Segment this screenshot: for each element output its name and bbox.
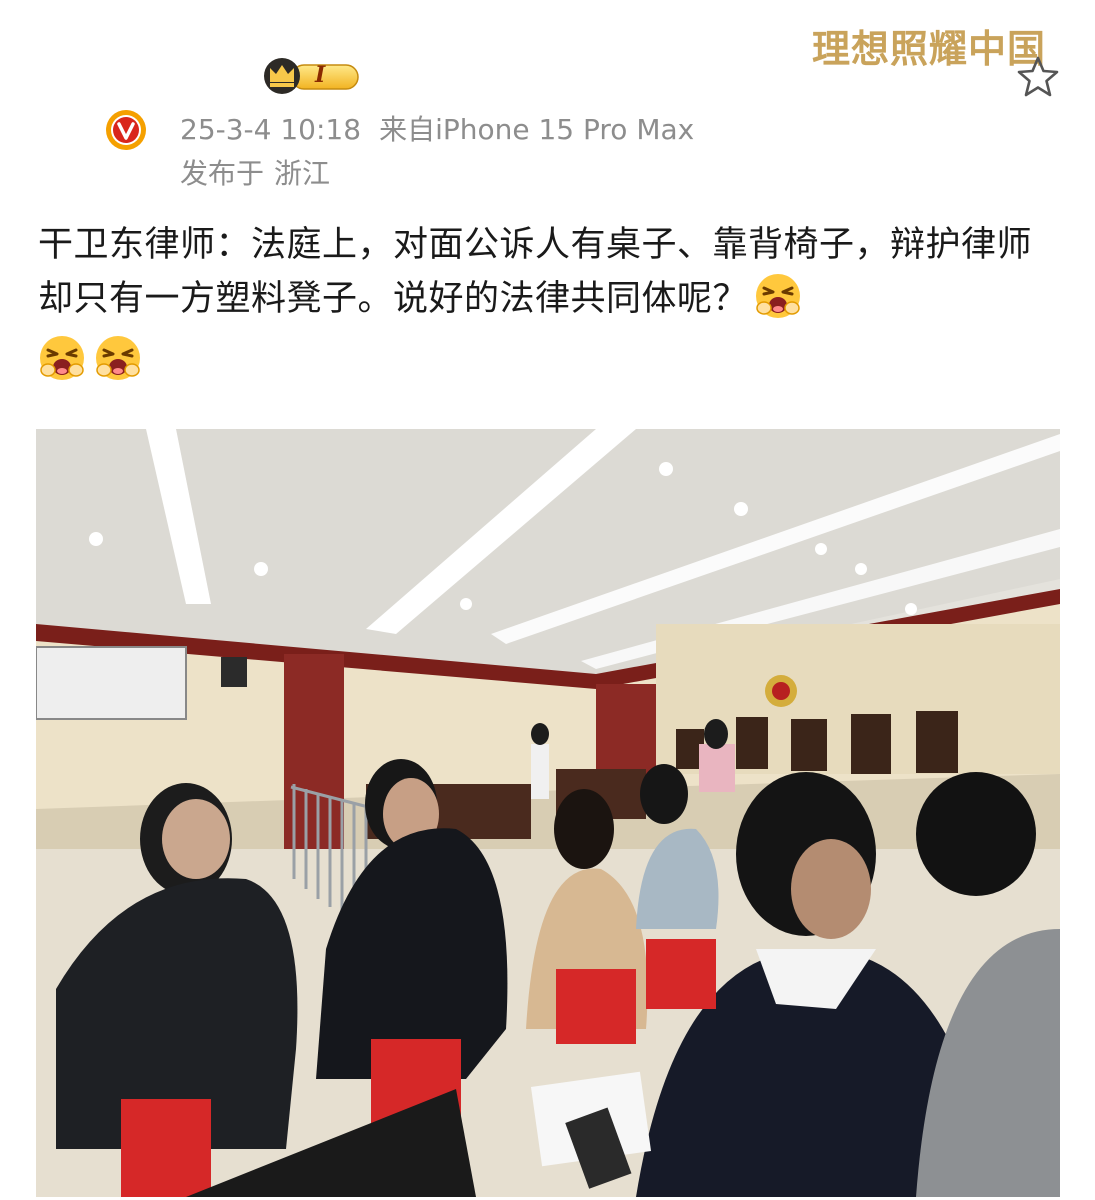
star-icon[interactable] (1016, 55, 1060, 99)
post-location: 发布于 浙江 (180, 152, 330, 192)
post-timestamp: 25-3-4 10:18 (180, 113, 362, 146)
slogan-title: 理想照耀中国 (812, 26, 1047, 71)
verified-v-icon (106, 110, 146, 150)
location-prefix: 发布于 (180, 157, 265, 190)
post-body: 干卫东律师：法庭上，对面公诉人有桌子、靠背椅子，辩护律师却只有一方塑料凳子。说好… (38, 218, 1058, 326)
location-value: 浙江 (274, 157, 331, 190)
crying-face-emoji (96, 336, 140, 380)
crown-badge-icon[interactable] (262, 56, 362, 96)
post-text: 干卫东律师：法庭上，对面公诉人有桌子、靠背椅子，辩护律师却只有一方塑料凳子。说好… (38, 225, 1033, 319)
crying-face-emoji (40, 336, 84, 380)
courtroom-photo[interactable] (36, 429, 1060, 1197)
post-source: 来自iPhone 15 Pro Max (379, 113, 695, 146)
member-level-label: I (315, 62, 326, 88)
emoji-row (38, 334, 150, 386)
courtroom-photo-illustration (36, 429, 1060, 1197)
crying-face-emoji (756, 274, 801, 318)
post-meta: 25-3-4 10:18 来自iPhone 15 Pro Max (180, 108, 694, 148)
